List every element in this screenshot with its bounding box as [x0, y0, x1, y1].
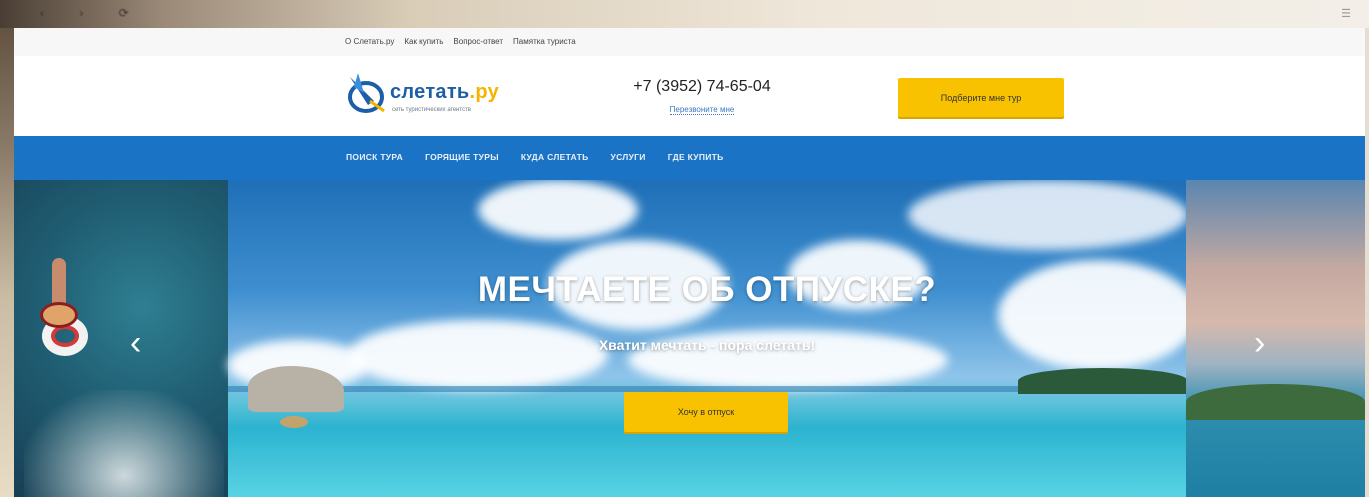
logo-tld: .ру: [469, 81, 500, 103]
phone-number[interactable]: +7 (3952) 74-65-04: [622, 78, 782, 96]
cloud-image: [348, 320, 608, 390]
cloud-image: [908, 180, 1188, 250]
surf-foam-image: [24, 390, 224, 497]
menu-item-services[interactable]: УСЛУГИ: [610, 152, 645, 162]
browser-menu-icon[interactable]: ☰: [1341, 7, 1351, 20]
menu-item-where-to-buy[interactable]: ГДЕ КУПИТЬ: [668, 152, 724, 162]
site-logo[interactable]: слетать.ру сеть туристических агентств: [344, 71, 519, 121]
small-rock-image: [280, 416, 308, 428]
menu-item-hot-tours[interactable]: ГОРЯЩИЕ ТУРЫ: [425, 152, 499, 162]
browser-nav-icons[interactable]: ‹ › ⟳: [40, 6, 145, 20]
chevron-left-icon[interactable]: ‹: [130, 326, 141, 360]
slide-preview-prev[interactable]: [14, 180, 228, 497]
top-links-bar: О Слетать.ру Как купить Вопрос-ответ Пам…: [14, 28, 1365, 56]
callback-link[interactable]: Перезвоните мне: [669, 105, 735, 115]
toplink-faq[interactable]: Вопрос-ответ: [453, 37, 503, 46]
hero-title: МЕЧТАЕТЕ ОБ ОТПУСКЕ?: [477, 270, 937, 309]
toplink-tourist-memo[interactable]: Памятка туриста: [513, 37, 576, 46]
logo-wordmark: слетать.ру: [390, 81, 499, 104]
hero-slider: МЕЧТАЕТЕ ОБ ОТПУСКЕ? Хватит мечтать - по…: [14, 180, 1365, 497]
island-image: [1186, 384, 1365, 420]
sun-hat-image: [40, 302, 78, 328]
logo-plane-icon: [348, 73, 385, 113]
pick-tour-button[interactable]: Подберите мне тур: [898, 78, 1064, 117]
site-header: слетать.ру сеть туристических агентств +…: [14, 56, 1365, 136]
toplink-how-to-buy[interactable]: Как купить: [404, 37, 443, 46]
menu-item-destinations[interactable]: КУДА СЛЕТАТЬ: [521, 152, 589, 162]
logo-brand-text: слетать: [390, 81, 470, 103]
slide-preview-next[interactable]: [1186, 180, 1365, 497]
toplink-about[interactable]: О Слетать.ру: [345, 37, 394, 46]
menu-item-tour-search[interactable]: ПОИСК ТУРА: [346, 152, 403, 162]
main-menu: ПОИСК ТУРА ГОРЯЩИЕ ТУРЫ КУДА СЛЕТАТЬ УСЛ…: [14, 136, 1365, 180]
hero-subtitle: Хватит мечтать - пора слетать!: [598, 337, 816, 353]
want-vacation-button[interactable]: Хочу в отпуск: [624, 392, 788, 432]
cloud-image: [478, 180, 638, 240]
logo-tagline: сеть туристических агентств: [392, 107, 471, 113]
contact-block: +7 (3952) 74-65-04 Перезвоните мне: [622, 78, 782, 117]
browser-toolbar: ‹ › ⟳ ☰: [0, 0, 1369, 28]
slide-current: МЕЧТАЕТЕ ОБ ОТПУСКЕ? Хватит мечтать - по…: [228, 180, 1198, 497]
web-page: О Слетать.ру Как купить Вопрос-ответ Пам…: [14, 28, 1365, 497]
chevron-right-icon[interactable]: ›: [1254, 326, 1265, 360]
island-image: [1018, 368, 1188, 394]
